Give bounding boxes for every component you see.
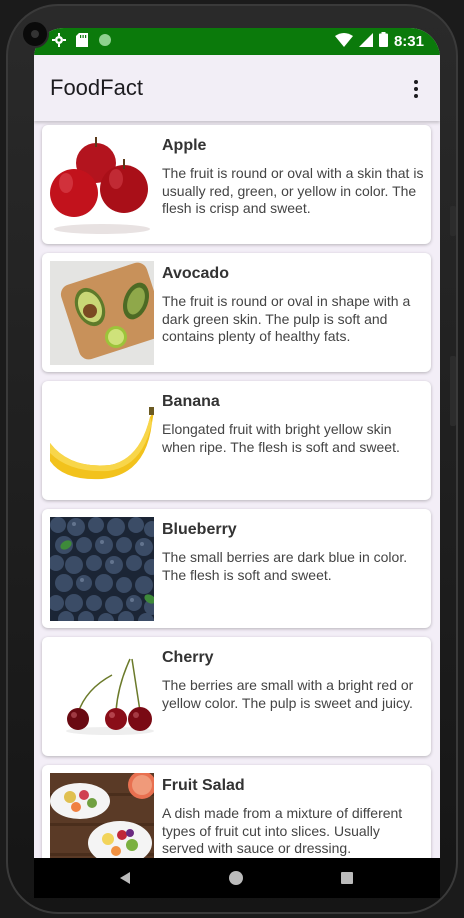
more-vert-icon[interactable] — [404, 75, 428, 103]
volume-button — [450, 206, 456, 236]
list-item-apple[interactable]: Apple The fruit is round or oval with a … — [42, 125, 431, 244]
phone-frame: 8:31 FoodFact Apple The fruit is round o… — [6, 4, 458, 914]
list-item-avocado[interactable]: Avocado The fruit is round or oval in sh… — [42, 253, 431, 372]
item-description: The small berries are dark blue in color… — [162, 549, 408, 583]
status-time: 8:31 — [393, 33, 424, 50]
banana-image — [50, 389, 154, 493]
item-description: Elongated fruit with bright yellow skin … — [162, 421, 400, 455]
status-bar: 8:31 — [34, 28, 440, 55]
list-item-fruit-salad[interactable]: Fruit Salad A dish made from a mixture o… — [42, 765, 431, 858]
sd-card-icon — [76, 33, 88, 51]
list-item-blueberry[interactable]: Blueberry The small berries are dark blu… — [42, 509, 431, 628]
list-item-cherry[interactable]: Cherry The berries are small with a brig… — [42, 637, 431, 756]
system-nav-bar — [34, 858, 440, 898]
wifi-icon — [334, 32, 353, 51]
item-name: Blueberry — [162, 521, 237, 538]
recents-icon[interactable] — [341, 872, 353, 884]
item-description: The fruit is round or oval with a skin t… — [162, 165, 424, 216]
item-name: Fruit Salad — [162, 777, 245, 794]
blueberry-image — [50, 517, 154, 621]
list-item-banana[interactable]: Banana Elongated fruit with bright yello… — [42, 381, 431, 500]
app-title: FoodFact — [50, 75, 143, 100]
item-name: Banana — [162, 393, 220, 410]
fruit-salad-image — [50, 773, 154, 858]
home-icon[interactable] — [229, 871, 243, 885]
battery-icon — [378, 32, 388, 51]
circle-indicator-icon — [98, 33, 112, 51]
item-description: A dish made from a mixture of different … — [162, 805, 403, 856]
avocado-image — [50, 261, 154, 365]
item-description: The fruit is round or oval in shape with… — [162, 293, 411, 344]
back-icon[interactable] — [120, 872, 130, 884]
app-bar: FoodFact — [34, 55, 440, 121]
item-name: Avocado — [162, 265, 229, 282]
front-camera — [21, 20, 49, 48]
item-description: The berries are small with a bright red … — [162, 677, 414, 711]
item-name: Apple — [162, 137, 207, 154]
fruit-list[interactable]: Apple The fruit is round or oval with a … — [34, 121, 440, 858]
screen: 8:31 FoodFact Apple The fruit is round o… — [34, 28, 440, 898]
settings-gear-icon — [52, 33, 66, 51]
signal-icon — [358, 32, 373, 51]
cherry-image — [50, 645, 154, 749]
power-button — [450, 356, 456, 426]
item-name: Cherry — [162, 649, 214, 666]
apple-image — [50, 133, 154, 237]
